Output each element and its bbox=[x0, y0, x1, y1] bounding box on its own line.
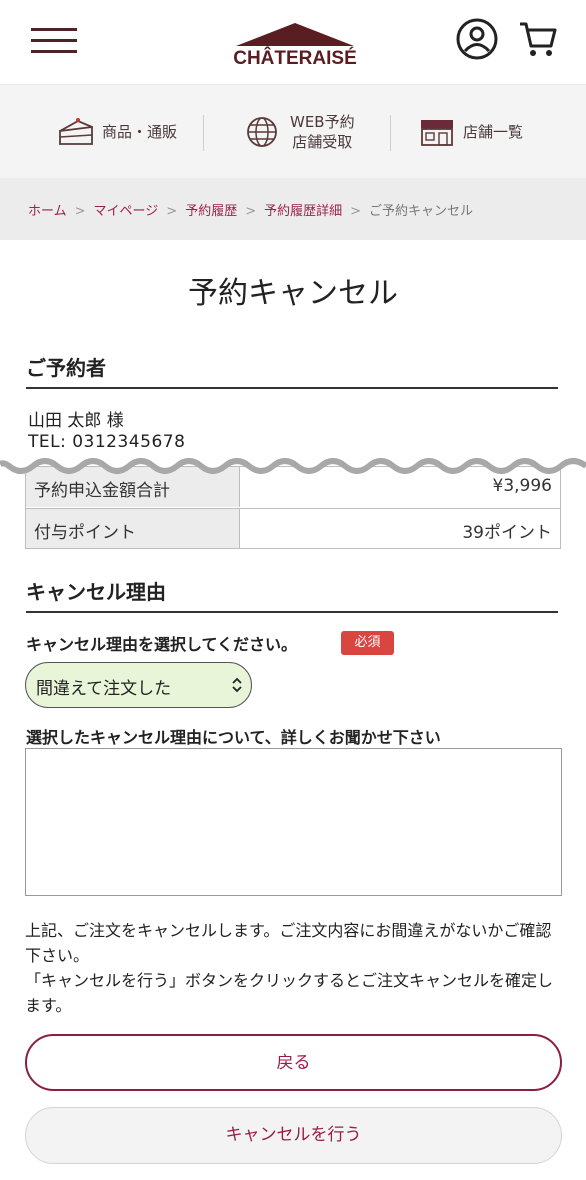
globe-icon bbox=[247, 117, 277, 147]
nav-item-web-reservation[interactable]: WEB予約 店舗受取 bbox=[246, 85, 355, 179]
table-label-points: 付与ポイント bbox=[26, 509, 240, 548]
breadcrumb-separator: > bbox=[245, 204, 257, 219]
header: CHÂTERAISÉ bbox=[0, 0, 586, 84]
cancel-reason-selected: 間違えて注文した bbox=[36, 679, 172, 699]
notice-line-1: 上記、ご注文をキャンセルします。ご注文内容にお間違えがないかご確認下さい。 bbox=[25, 921, 552, 965]
cancel-reason-select[interactable]: 間違えて注文した bbox=[25, 662, 252, 708]
store-icon bbox=[421, 120, 453, 146]
menu-icon[interactable] bbox=[31, 28, 77, 54]
reserver-heading: ご予約者 bbox=[26, 356, 106, 380]
notice-text: 上記、ご注文をキャンセルします。ご注文内容にお間違えがないかご確認下さい。 「キ… bbox=[25, 918, 561, 1018]
section-rule bbox=[26, 387, 558, 389]
breadcrumb-separator: > bbox=[74, 204, 86, 219]
breadcrumb-current: ご予約キャンセル bbox=[369, 204, 474, 219]
breadcrumb-separator: > bbox=[166, 204, 178, 219]
reserver-name: 山田 太郎 様 bbox=[28, 411, 124, 431]
cancel-detail-textarea[interactable] bbox=[25, 748, 562, 896]
category-nav: 商品・通販 WEB予約 店舗受取 店舗一覧 bbox=[0, 84, 586, 178]
divider bbox=[203, 115, 204, 151]
cancel-reason-heading: キャンセル理由 bbox=[26, 580, 166, 604]
table-value-points: 39ポイント bbox=[462, 523, 552, 543]
breadcrumb-mypage[interactable]: マイページ bbox=[94, 204, 159, 219]
divider bbox=[390, 115, 391, 151]
breadcrumb-reservation-detail[interactable]: 予約履歴詳細 bbox=[264, 204, 342, 219]
notice-line-2: 「キャンセルを行う」ボタンをクリックするとご注文キャンセルを確定します。 bbox=[25, 971, 554, 1015]
page-title: 予約キャンセル bbox=[188, 276, 398, 311]
back-button[interactable]: 戻る bbox=[25, 1034, 562, 1091]
account-icon[interactable] bbox=[456, 18, 498, 60]
logo-text: CHÂTERAISÉ bbox=[233, 48, 357, 69]
nav-item-products[interactable]: 商品・通販 bbox=[58, 85, 177, 179]
nav-label-stores: 店舗一覧 bbox=[463, 123, 524, 141]
breadcrumb-reservation-history[interactable]: 予約履歴 bbox=[185, 204, 237, 219]
breadcrumb-home[interactable]: ホーム bbox=[28, 204, 67, 219]
logo[interactable]: CHÂTERAISÉ bbox=[232, 22, 358, 70]
cart-icon[interactable] bbox=[518, 20, 558, 58]
cut-divider bbox=[0, 448, 586, 474]
nav-label-web-reservation-2: 店舗受取 bbox=[292, 133, 353, 151]
section-rule bbox=[26, 611, 558, 613]
breadcrumb-separator: > bbox=[350, 204, 362, 219]
required-badge: 必須 bbox=[341, 631, 394, 655]
cake-icon bbox=[59, 118, 93, 145]
nav-label-web-reservation-1: WEB予約 bbox=[290, 113, 355, 131]
nav-item-stores[interactable]: 店舗一覧 bbox=[419, 85, 523, 179]
nav-label-products: 商品・通販 bbox=[102, 123, 178, 141]
breadcrumb: ホーム > マイページ > 予約履歴 > 予約履歴詳細 > ご予約キャンセル bbox=[0, 178, 586, 240]
cancel-reason-question: キャンセル理由を選択してください。 bbox=[26, 635, 298, 654]
chevron-updown-icon bbox=[232, 677, 242, 693]
confirm-cancel-button[interactable]: キャンセルを行う bbox=[25, 1107, 562, 1164]
cancel-detail-label: 選択したキャンセル理由について、詳しくお聞かせ下さい bbox=[26, 728, 441, 747]
table-row: 付与ポイント 39ポイント bbox=[26, 508, 560, 548]
